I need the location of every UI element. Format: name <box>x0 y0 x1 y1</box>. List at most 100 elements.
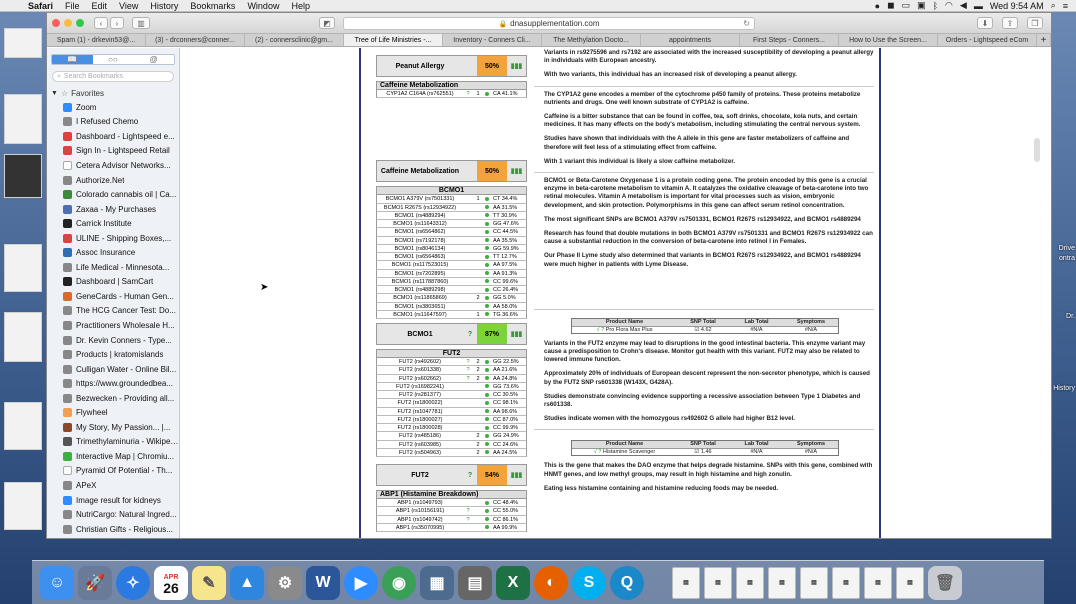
bookmarks-search-input[interactable]: ⌕ Search Bookmarks <box>52 71 174 82</box>
notification-center-icon[interactable]: ≡ <box>1063 1 1068 11</box>
zoom-window-button[interactable] <box>76 19 84 27</box>
trash-icon[interactable]: 🗑 <box>928 565 962 600</box>
notes-icon[interactable]: ✎ <box>192 565 226 600</box>
calendar-icon[interactable]: APR 26 <box>154 565 188 600</box>
info-question-icon[interactable] <box>463 524 473 531</box>
info-question-icon[interactable] <box>463 391 473 398</box>
checkbox-icon[interactable]: ☑ <box>694 327 699 333</box>
desktop-file-icon[interactable] <box>4 28 42 58</box>
scrollbar-thumb[interactable] <box>1034 138 1040 162</box>
new-tab-button[interactable]: + <box>1037 34 1051 46</box>
info-question-icon[interactable]: ? <box>463 516 473 523</box>
desktop-file-icon[interactable] <box>4 94 42 144</box>
reading-list-tab[interactable]: ○○ <box>92 55 134 64</box>
zoom-app-icon[interactable]: ▶ <box>344 565 378 600</box>
bookmark-item[interactable]: APeX <box>47 478 179 493</box>
desktop-file-icon[interactable] <box>4 154 42 198</box>
info-question-icon[interactable] <box>463 408 473 415</box>
close-window-button[interactable] <box>52 19 60 27</box>
tab-first-steps[interactable]: First Steps - Conners... <box>740 34 839 46</box>
product-row[interactable]: √ ? Pro Flora Max Plus ☑ 4.62 #N/A #N/A <box>572 325 838 333</box>
bookmark-item[interactable]: The HCG Cancer Test: Do... <box>47 304 179 319</box>
downloads-button[interactable]: ⬇ <box>977 17 993 29</box>
tab-inventory[interactable]: Inventory - Conners Cli... <box>443 34 542 46</box>
info-question-icon[interactable] <box>463 383 473 390</box>
info-question-icon[interactable]: ? <box>463 358 473 365</box>
checkbox-icon[interactable]: ☑ <box>694 449 699 455</box>
desktop-file-icon[interactable] <box>4 482 42 530</box>
info-question-icon[interactable] <box>463 399 473 406</box>
bookmark-item[interactable]: Practitioners Wholesale H... <box>47 318 179 333</box>
bookmark-item[interactable]: Cetera Advisor Networks... <box>47 158 179 173</box>
bluetooth-icon[interactable]: ᛒ <box>933 1 938 11</box>
bar-chart-icon[interactable]: ▮▮▮ <box>507 465 526 485</box>
document-icon[interactable]: ▤ <box>704 566 732 599</box>
tab-connersclinic[interactable]: (2) - connersclinic@gm... <box>245 34 344 46</box>
info-question-icon[interactable] <box>463 294 473 301</box>
bookmark-item[interactable]: Dr. Kevin Conners - Type... <box>47 333 179 348</box>
disclosure-triangle-icon[interactable]: ▼ <box>51 90 58 97</box>
desktop-label[interactable]: ontra <box>1059 254 1075 263</box>
bookmark-item[interactable]: Bezwecken - Providing all... <box>47 391 179 406</box>
product-name[interactable]: Histamine Scavenger <box>603 449 655 455</box>
battery-icon[interactable]: ▬ <box>974 1 983 11</box>
bookmark-item[interactable]: NutriCargo: Natural Ingred... <box>47 507 179 522</box>
tab-tree-of-life[interactable]: Tree of Life Ministries -... <box>344 34 443 46</box>
bookmark-item[interactable]: My Story, My Passion... |... <box>47 420 179 435</box>
volume-icon[interactable]: ◀ <box>960 0 967 11</box>
bookmark-item[interactable]: Interactive Map | Chromiu... <box>47 449 179 464</box>
document-icon[interactable]: ▤ <box>768 566 796 599</box>
word-icon[interactable]: W <box>306 565 340 600</box>
bookmark-item[interactable]: I Refused Chemo <box>47 115 179 130</box>
network-icon[interactable]: ◉ <box>382 565 416 600</box>
info-question-icon[interactable]: ? <box>463 465 477 485</box>
info-question-icon[interactable]: √ ? <box>597 327 605 333</box>
info-question-icon[interactable] <box>463 499 473 506</box>
desktop-label[interactable]: Dr. <box>1066 312 1075 321</box>
document-icon[interactable]: ▤ <box>672 566 700 599</box>
excel-icon[interactable]: X <box>496 565 530 600</box>
menu-app-safari[interactable]: Safari <box>22 1 59 11</box>
menu-view[interactable]: View <box>113 1 144 11</box>
info-question-icon[interactable] <box>463 286 473 293</box>
info-question-icon[interactable] <box>463 228 473 235</box>
reload-icon[interactable]: ↻ <box>743 19 750 28</box>
bar-chart-icon[interactable]: ▮▮▮ <box>507 324 526 344</box>
bookmark-item[interactable]: ULINE - Shipping Boxes,... <box>47 231 179 246</box>
back-button[interactable]: ‹ <box>94 17 108 29</box>
info-question-icon[interactable] <box>463 212 473 219</box>
info-question-icon[interactable] <box>463 424 473 431</box>
info-question-icon[interactable] <box>463 432 473 439</box>
tab-how-to-use[interactable]: How to Use the Screen... <box>839 34 938 46</box>
product-name[interactable]: Pro Flora Max Plus <box>606 327 653 333</box>
bookmark-item[interactable]: Dashboard | SamCart <box>47 275 179 290</box>
bookmark-item[interactable]: Life Medical - Minnesota... <box>47 260 179 275</box>
bookmark-item[interactable]: Dashboard - Lightspeed e... <box>47 129 179 144</box>
menu-file[interactable]: File <box>59 1 86 11</box>
preview-icon[interactable]: ▦ <box>420 565 454 600</box>
tab-drconners[interactable]: (3) - drconners@conner... <box>146 34 245 46</box>
info-question-icon[interactable]: ? <box>463 366 473 373</box>
tab-orders[interactable]: Orders - Lightspeed eCom <box>938 34 1037 46</box>
tab-spam[interactable]: Spam (1) - drkevin53@... <box>47 34 146 46</box>
calculator-icon[interactable]: ▤ <box>458 565 492 600</box>
bookmarks-tab[interactable]: 📖 <box>52 55 93 64</box>
info-question-icon[interactable] <box>463 245 473 252</box>
info-question-icon[interactable] <box>463 195 473 202</box>
info-question-icon[interactable] <box>463 449 473 456</box>
system-preferences-icon[interactable]: ⚙ <box>268 565 302 600</box>
info-question-icon[interactable] <box>463 270 473 277</box>
info-question-icon[interactable] <box>463 261 473 268</box>
tab-methylation[interactable]: The Methylation Docto... <box>542 34 641 46</box>
lock-icon[interactable]: ▣ <box>917 0 926 11</box>
info-question-icon[interactable] <box>463 220 473 227</box>
bookmark-item[interactable]: Authorize.Net <box>47 173 179 188</box>
info-question-icon[interactable] <box>463 416 473 423</box>
info-question-icon[interactable] <box>463 278 473 285</box>
info-question-icon[interactable] <box>463 204 473 211</box>
address-bar[interactable]: 🔒 dnasupplementation.com ↻ <box>343 17 755 30</box>
info-question-icon[interactable]: ? <box>463 90 473 97</box>
bookmark-item[interactable]: Products | kratomislands <box>47 347 179 362</box>
info-question-icon[interactable] <box>463 237 473 244</box>
info-question-icon[interactable]: ? <box>463 507 473 514</box>
